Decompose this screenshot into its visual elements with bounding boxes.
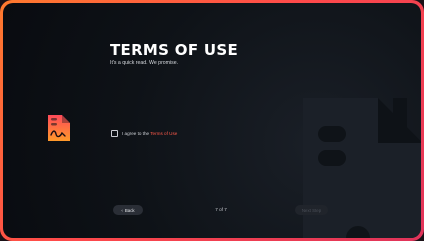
next-step-button[interactable]: Next Step <box>295 205 328 215</box>
page-title: TERMS OF USE <box>110 41 239 59</box>
agree-checkbox[interactable] <box>111 130 118 137</box>
back-button-label: Back <box>124 207 135 213</box>
back-button[interactable]: ‹ Back <box>113 205 143 215</box>
document-signature-icon <box>48 115 70 141</box>
app-screen: TERMS OF USE It's a quick read. We promi… <box>3 3 421 238</box>
page-header: TERMS OF USE It's a quick read. We promi… <box>110 41 239 67</box>
page-indicator: 7 of 7 <box>215 207 227 212</box>
terms-agreement[interactable]: I agree to the Terms of Use <box>111 130 177 137</box>
terms-of-use-link[interactable]: Terms of Use <box>150 131 177 136</box>
document-watermark-icon <box>303 98 421 238</box>
agree-label-prefix: I agree to the <box>122 131 151 136</box>
next-step-label: Next Step <box>301 207 322 213</box>
page-subtitle: It's a quick read. We promise. <box>110 60 179 66</box>
chevron-left-icon: ‹ <box>121 207 123 213</box>
agree-label: I agree to the Terms of Use <box>122 131 177 136</box>
device-frame: TERMS OF USE It's a quick read. We promi… <box>0 0 424 241</box>
